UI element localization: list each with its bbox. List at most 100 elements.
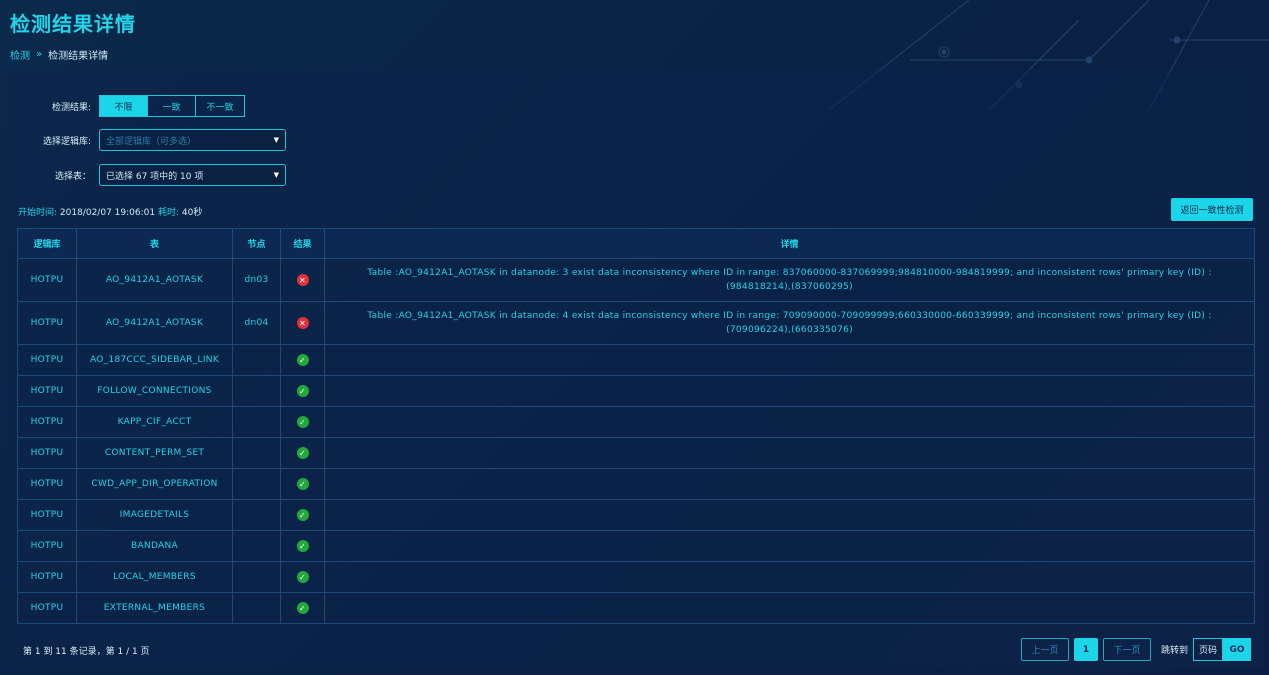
success-status-icon: ✓ [296,602,309,614]
pagination: 上一页 1 下一页 跳转到 页码 GO [1021,638,1252,661]
cell-result: ✕ [280,258,325,302]
cell-result: ✓ [280,561,325,593]
cell-result: ✕ [280,301,325,345]
cell-table: FOLLOW_CONNECTIONS [76,375,233,407]
page-header: 检测结果详情 检测 » 检测结果详情 [10,8,136,62]
table-row: HOTPU IMAGEDETAILS ✓ [17,499,1255,531]
success-status-icon: ✓ [296,447,309,459]
success-status-icon: ✓ [296,571,309,583]
start-time-label: 开始时间: [18,208,58,218]
cell-detail: Table :AO_9412A1_AOTASK in datanode: 3 e… [324,258,1255,302]
table-row: HOTPU FOLLOW_CONNECTIONS ✓ [17,375,1255,407]
cell-result: ✓ [280,406,325,438]
table-row: HOTPU AO_9412A1_AOTASK dn03 ✕ Table :AO_9412… [17,258,1255,302]
cell-detail [324,530,1255,562]
return-consistency-check-button[interactable]: 返回一致性检测 [1171,198,1253,221]
breadcrumb-root-link[interactable]: 检测 [10,47,30,62]
table-row: HOTPU EXTERNAL_MEMBERS ✓ [17,592,1255,624]
cell-node [232,468,281,500]
success-status-icon: ✓ [296,478,309,490]
table-select[interactable]: 已选择 67 项中的 10 项 ▼ [99,164,286,186]
table-row: HOTPU KAPP_CIF_ACCT ✓ [17,406,1255,438]
cell-db: HOTPU [17,592,77,624]
result-filter-row: 检测结果: 不限 一致 不一致 [17,95,245,117]
table-body: HOTPU AO_9412A1_AOTASK dn03 ✕ Table :AO_9412… [17,258,1255,624]
column-header-node: 节点 [232,228,281,259]
record-info: 第 1 到 11 条记录，第 1 / 1 页 [23,647,150,657]
caret-down-icon: ▼ [273,171,279,179]
cell-db: HOTPU [17,301,77,345]
column-header-table: 表 [76,228,233,259]
cell-node [232,406,281,438]
elapsed-label: 耗时: [157,208,179,218]
table-row: HOTPU BANDANA ✓ [17,530,1255,562]
cell-db: HOTPU [17,406,77,438]
cell-detail [324,592,1255,624]
table-select-label: 选择表： [54,171,91,182]
table-header-row: 逻辑库 表 节点 结果 详情 [17,228,1255,259]
filter-inconsistent-button[interactable]: 不一致 [196,96,244,116]
cell-node [232,530,281,562]
filter-all-button[interactable]: 不限 [100,96,148,116]
next-page-button[interactable]: 下一页 [1103,638,1151,661]
page-number-button[interactable]: 1 [1074,638,1098,661]
error-status-icon: ✕ [296,317,309,329]
success-status-icon: ✓ [296,385,309,397]
cell-db: HOTPU [17,561,77,593]
logic-db-placeholder: 全部逻辑库（可多选） [106,136,197,147]
prev-page-button[interactable]: 上一页 [1021,638,1069,661]
table-row: HOTPU AO_9412A1_AOTASK dn04 ✕ Table :AO_9412… [17,301,1255,345]
cell-result: ✓ [280,530,325,562]
go-button[interactable]: GO [1223,638,1252,661]
table-row: HOTPU LOCAL_MEMBERS ✓ [17,561,1255,593]
cell-node [232,344,281,376]
cell-table: AO_9412A1_AOTASK [76,301,233,345]
cell-table: EXTERNAL_MEMBERS [76,592,233,624]
cell-result: ✓ [280,592,325,624]
table-select-value: 已选择 67 项中的 10 项 [106,171,204,182]
logic-db-filter-row: 选择逻辑库: 全部逻辑库（可多选） ▼ [17,129,286,151]
cell-node [232,375,281,407]
cell-table: BANDANA [76,530,233,562]
column-header-detail: 详情 [324,228,1255,259]
elapsed-value: 40秒 [181,208,203,218]
cell-db: HOTPU [17,344,77,376]
cell-table: CONTENT_PERM_SET [76,437,233,469]
breadcrumb-separator: » [36,49,43,60]
cell-result: ✓ [280,437,325,469]
cell-detail [324,499,1255,531]
caret-down-icon: ▼ [273,136,279,144]
start-time-value: 2018/02/07 19:06:01 [59,208,156,218]
jump-to-label: 跳转到 [1161,646,1189,656]
table-row: HOTPU CONTENT_PERM_SET ✓ [17,437,1255,469]
result-filter-label: 检测结果: [51,102,91,113]
cell-detail [324,437,1255,469]
cell-node [232,499,281,531]
content-panel: 检测结果: 不限 一致 不一致 选择逻辑库: 全部逻辑库（可多选） ▼ 选择表：… [7,70,1263,670]
cell-db: HOTPU [17,437,77,469]
cell-table: IMAGEDETAILS [76,499,233,531]
column-header-result: 结果 [280,228,325,259]
cell-result: ✓ [280,344,325,376]
logic-db-select[interactable]: 全部逻辑库（可多选） ▼ [99,129,286,151]
cell-table: AO_9412A1_AOTASK [76,258,233,302]
cell-table: LOCAL_MEMBERS [76,561,233,593]
cell-result: ✓ [280,499,325,531]
cell-detail [324,468,1255,500]
result-filter-segment: 不限 一致 不一致 [99,95,245,117]
cell-detail [324,375,1255,407]
cell-db: HOTPU [17,530,77,562]
error-status-icon: ✕ [296,274,309,286]
cell-table: KAPP_CIF_ACCT [76,406,233,438]
cell-result: ✓ [280,468,325,500]
cell-node [232,437,281,469]
page-number-input[interactable]: 页码 [1193,638,1224,661]
breadcrumb-current: 检测结果详情 [48,51,109,62]
run-meta: 开始时间: 2018/02/07 19:06:01 耗时: 40秒 [18,205,202,218]
column-header-db: 逻辑库 [17,228,77,259]
success-status-icon: ✓ [296,540,309,552]
success-status-icon: ✓ [296,509,309,521]
cell-node [232,592,281,624]
filter-consistent-button[interactable]: 一致 [148,96,196,116]
success-status-icon: ✓ [296,354,309,366]
